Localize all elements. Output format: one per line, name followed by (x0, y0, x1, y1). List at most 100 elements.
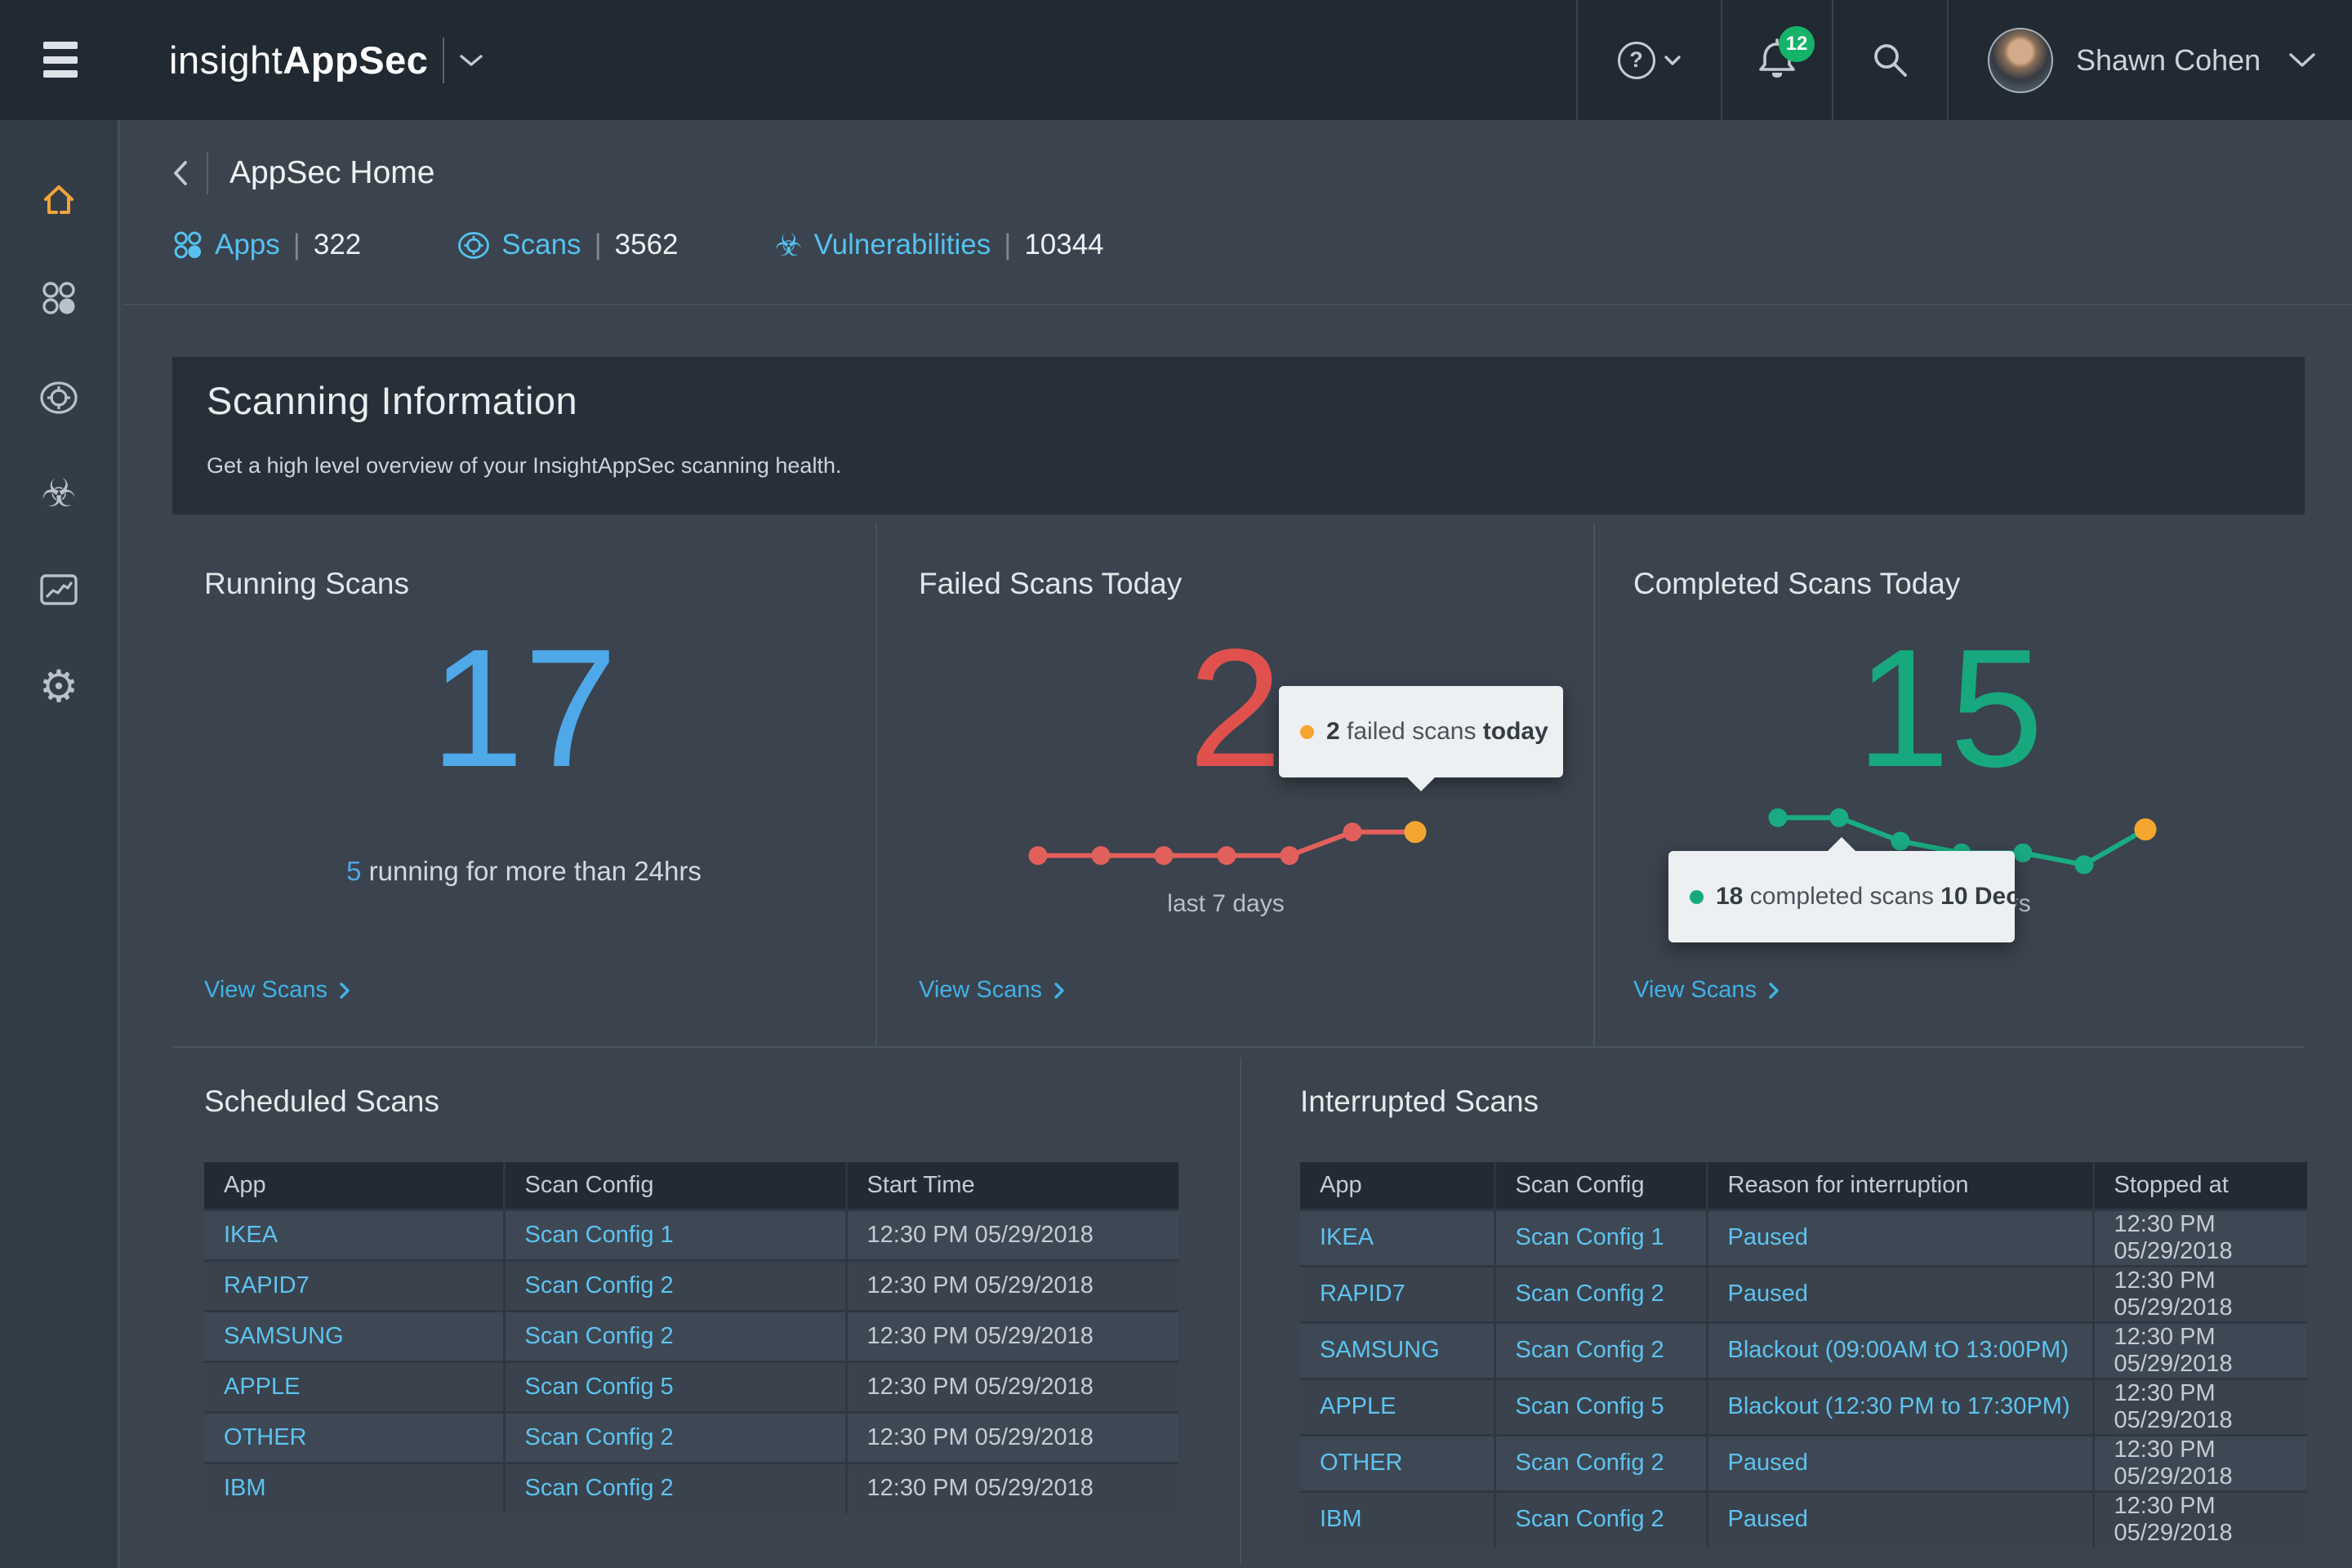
completed-scans-tooltip: 18 completed scans 10 Dec (1668, 851, 2015, 942)
stat-value: 3562 (615, 229, 679, 261)
app-link[interactable]: SAMSUNG (1300, 1322, 1494, 1379)
chevron-down-icon (1664, 55, 1682, 66)
start-time-cell: 12:30 PM 05/29/2018 (846, 1361, 1178, 1412)
scan-config-link[interactable]: Scan Config 2 (504, 1311, 846, 1361)
stopped-at-cell: 12:30 PM 05/29/2018 (2093, 1322, 2307, 1379)
table-row: IKEAScan Config 1Paused12:30 PM 05/29/20… (1300, 1209, 2307, 1266)
app-link[interactable]: RAPID7 (1300, 1266, 1494, 1322)
sidebar-item-home[interactable] (39, 180, 78, 219)
stopped-at-cell: 12:30 PM 05/29/2018 (2093, 1435, 2307, 1491)
sidebar-item-apps[interactable] (39, 278, 78, 318)
stat-label: Apps (215, 229, 280, 261)
scan-config-link[interactable]: Scan Config 2 (1494, 1435, 1707, 1491)
app-link[interactable]: SAMSUNG (204, 1311, 504, 1361)
card-title: Completed Scans Today (1633, 567, 1960, 601)
sidebar-item-vulnerabilities[interactable]: ☣ (39, 474, 78, 513)
scan-config-link[interactable]: Scan Config 2 (1494, 1266, 1707, 1322)
section-title: Interrupted Scans (1300, 1085, 1539, 1119)
stat-value: 322 (314, 229, 361, 261)
scan-config-link[interactable]: Scan Config 1 (1494, 1209, 1707, 1266)
view-scans-link[interactable]: View Scans (204, 977, 350, 1004)
help-menu-button[interactable]: ? (1576, 0, 1721, 120)
app-link[interactable]: APPLE (204, 1361, 504, 1412)
sparkline-point (1092, 846, 1111, 865)
failed-scans-sparkline (1013, 797, 1438, 879)
stat-separator: | (595, 229, 602, 261)
running-scans-note: 5 running for more than 24hrs (172, 856, 875, 887)
sparkline-point (2014, 844, 2033, 862)
back-button[interactable] (172, 160, 189, 186)
stat-apps[interactable]: Apps | 322 (172, 229, 361, 261)
sidebar-item-scans[interactable] (39, 378, 78, 417)
summary-stats: Apps | 322 Scans | 3562 (172, 221, 1104, 269)
table-row: RAPID7Scan Config 212:30 PM 05/29/2018 (204, 1260, 1178, 1311)
column-header-start-time: Start Time (846, 1162, 1178, 1209)
logo-divider (443, 38, 444, 83)
stat-separator: | (293, 229, 301, 261)
scan-config-link[interactable]: Scan Config 5 (504, 1361, 846, 1412)
scan-config-link[interactable]: Scan Config 2 (504, 1412, 846, 1463)
app-link[interactable]: IKEA (204, 1209, 504, 1260)
sparkline-point (2075, 855, 2094, 874)
breadcrumb: AppSec Home (172, 149, 434, 197)
chevron-down-icon[interactable] (459, 53, 483, 68)
app-link[interactable]: OTHER (1300, 1435, 1494, 1491)
chevron-right-icon (339, 982, 350, 1000)
start-time-cell: 12:30 PM 05/29/2018 (846, 1463, 1178, 1513)
help-icon: ? (1618, 42, 1655, 79)
app-link[interactable]: OTHER (204, 1412, 504, 1463)
view-scans-link[interactable]: View Scans (919, 977, 1065, 1004)
scan-health-cards: Running Scans 17 5 running for more than… (172, 523, 2305, 1048)
column-header-app: App (204, 1162, 504, 1209)
table-row: SAMSUNGScan Config 2Blackout (09:00AM tO… (1300, 1322, 2307, 1379)
scan-config-link[interactable]: Scan Config 2 (504, 1463, 846, 1513)
sidebar-item-reports[interactable] (39, 570, 78, 609)
avatar (1988, 28, 2053, 93)
scanning-information-panel: Scanning Information Get a high level ov… (172, 357, 2305, 514)
chevron-down-icon (2288, 52, 2316, 69)
stat-label: Scans (501, 229, 581, 261)
notification-count-badge: 12 (1779, 26, 1815, 62)
scan-target-icon (457, 230, 490, 261)
topbar-actions: ? 12 (1576, 0, 2352, 120)
stat-vulnerabilities[interactable]: ☣ Vulnerabilities | 10344 (775, 229, 1104, 261)
interruption-reason-cell: Blackout (09:00AM tO 13:00PM) (1707, 1322, 2093, 1379)
sidebar-item-settings[interactable]: ⚙ (39, 667, 78, 706)
gear-icon: ⚙ (39, 665, 78, 709)
sparkline-point (1218, 846, 1236, 865)
app-link[interactable]: IBM (1300, 1491, 1494, 1547)
sparkline-point (1029, 846, 1048, 865)
scan-config-link[interactable]: Scan Config 2 (504, 1260, 846, 1311)
app-link[interactable]: RAPID7 (204, 1260, 504, 1311)
search-button[interactable] (1832, 0, 1947, 120)
notifications-button[interactable]: 12 (1721, 0, 1832, 120)
completed-scans-count: 15 (1595, 624, 2305, 792)
stats-divider (122, 304, 2352, 305)
scan-config-link[interactable]: Scan Config 1 (504, 1209, 846, 1260)
page-title: AppSec Home (229, 155, 434, 191)
scan-config-link[interactable]: Scan Config 5 (1494, 1379, 1707, 1435)
scan-config-link[interactable]: Scan Config 2 (1494, 1322, 1707, 1379)
user-menu[interactable]: Shawn Cohen (1947, 0, 2352, 120)
stat-scans[interactable]: Scans | 3562 (457, 229, 678, 261)
column-header-app: App (1300, 1162, 1494, 1209)
table-row: APPLEScan Config 512:30 PM 05/29/2018 (204, 1361, 1178, 1412)
stat-label: Vulnerabilities (814, 229, 991, 261)
interruption-reason-cell: Paused (1707, 1209, 2093, 1266)
sparkline-caption: last 7 days (1013, 890, 1438, 918)
interruption-reason-cell: Blackout (12:30 PM to 17:30PM) (1707, 1379, 2093, 1435)
stat-separator: | (1004, 229, 1011, 261)
view-scans-link[interactable]: View Scans (1633, 977, 1780, 1004)
biohazard-icon: ☣ (41, 474, 76, 513)
logo-text: insightAppSec (169, 38, 428, 82)
product-logo[interactable]: insightAppSec (169, 0, 483, 120)
app-link[interactable]: APPLE (1300, 1379, 1494, 1435)
start-time-cell: 12:30 PM 05/29/2018 (846, 1412, 1178, 1463)
app-link[interactable]: IKEA (1300, 1209, 1494, 1266)
biohazard-icon: ☣ (775, 229, 803, 261)
panel-subtitle: Get a high level overview of your Insigh… (207, 453, 841, 479)
menu-icon[interactable] (43, 42, 78, 78)
scan-config-link[interactable]: Scan Config 2 (1494, 1491, 1707, 1547)
scheduled-scans-table: App Scan Config Start Time IKEAScan Conf… (204, 1162, 1178, 1513)
app-link[interactable]: IBM (204, 1463, 504, 1513)
